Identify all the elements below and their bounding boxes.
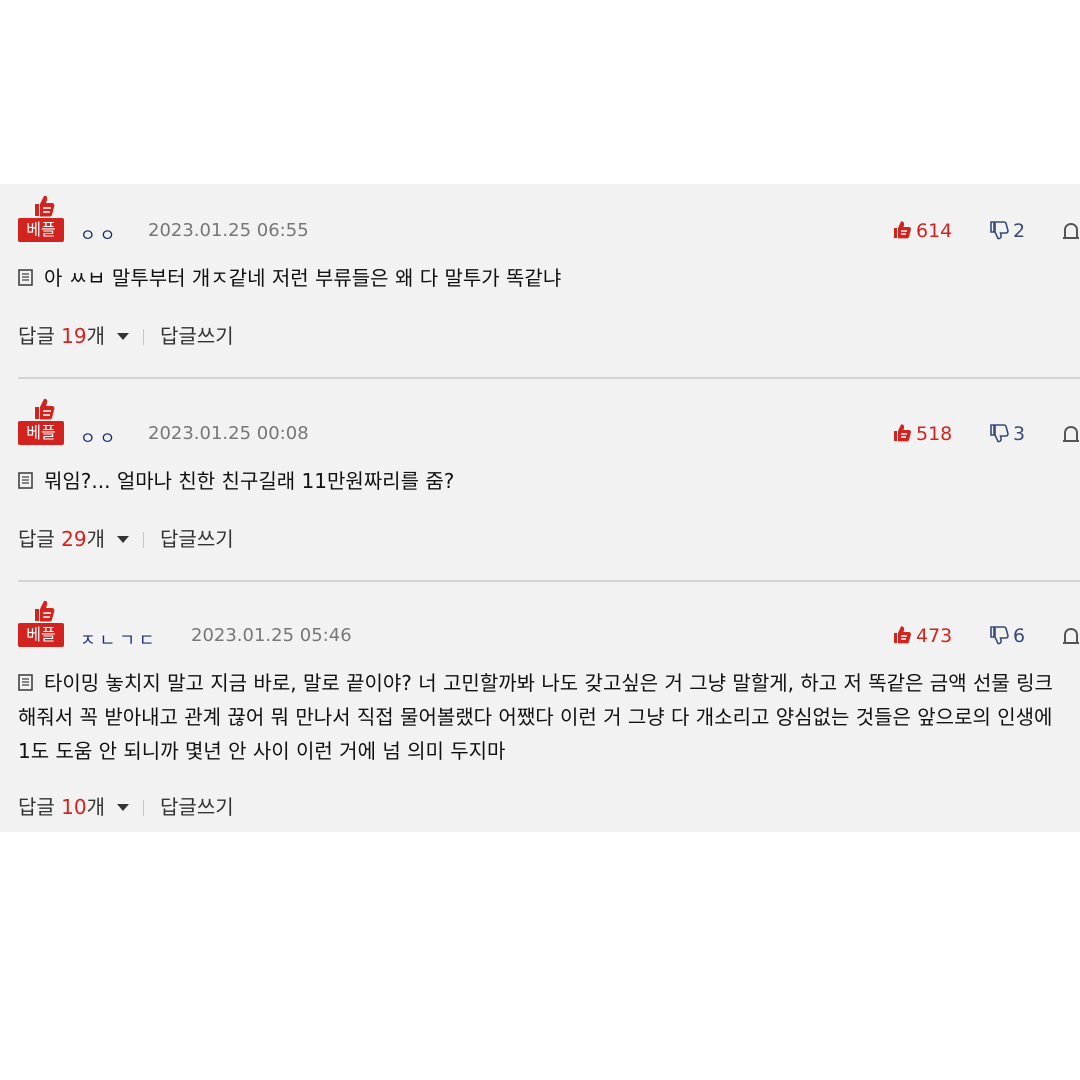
thumbs-down-icon xyxy=(990,424,1009,443)
reply-count-suffix: 개 xyxy=(86,527,106,551)
comment-nickname[interactable]: ㅇㅇ xyxy=(80,424,119,449)
reply-toggle[interactable]: 답글 19개 xyxy=(18,324,130,348)
comment-text: 뭐임?... 얼마나 친한 친구길래 11만원짜리를 줌? xyxy=(44,469,455,493)
reply-row: 답글 29개 답글쓰기 xyxy=(18,523,234,552)
reply-toggle[interactable]: 답글 29개 xyxy=(18,527,130,551)
like-count: 518 xyxy=(916,423,953,445)
separator xyxy=(143,329,145,345)
write-reply-link[interactable]: 답글쓰기 xyxy=(160,527,234,551)
comment-date: 2023.01.25 00:08 xyxy=(148,423,309,444)
best-thumbs-up-icon xyxy=(30,397,56,421)
dislike-count: 3 xyxy=(1013,423,1026,445)
comment-item: 베플 ㅈㄴㄱㄷ 2023.01.25 05:46 473 6 타이밍 놓치지 말… xyxy=(0,589,1080,832)
comment-text: 타이밍 놓치지 말고 지금 바로, 말로 끝이야? 너 고민할까봐 나도 갖고싶… xyxy=(18,671,1053,763)
thumbs-up-icon xyxy=(894,221,911,239)
dislike-count: 6 xyxy=(1013,625,1026,647)
thumbs-down-icon xyxy=(990,221,1009,240)
best-badge: 베플 xyxy=(18,218,64,242)
reply-count-suffix: 개 xyxy=(86,324,106,348)
comment-date: 2023.01.25 06:55 xyxy=(148,220,309,241)
caret-down-icon xyxy=(117,333,130,340)
report-icon[interactable] xyxy=(1062,222,1080,240)
like-button[interactable]: 518 xyxy=(892,423,952,445)
comment-date: 2023.01.25 05:46 xyxy=(191,625,352,646)
caret-down-icon xyxy=(117,804,130,811)
reply-label: 답글 xyxy=(18,795,55,819)
reply-count: 19 xyxy=(61,324,87,348)
reply-count-suffix: 개 xyxy=(86,795,106,819)
reply-row: 답글 10개 답글쓰기 xyxy=(18,791,234,820)
dislike-button[interactable]: 3 xyxy=(989,423,1025,445)
like-button[interactable]: 614 xyxy=(892,220,952,242)
like-count: 473 xyxy=(916,625,953,647)
reply-label: 답글 xyxy=(18,324,55,348)
comment-body: 타이밍 놓치지 말고 지금 바로, 말로 끝이야? 너 고민할까봐 나도 갖고싶… xyxy=(18,666,1068,768)
dislike-button[interactable]: 2 xyxy=(989,220,1025,242)
thumbs-down-icon xyxy=(990,626,1009,645)
best-badge: 베플 xyxy=(18,623,64,647)
comment-item: 베플 ㅇㅇ 2023.01.25 06:55 614 2 아 ㅆㅂ 말투부터 개… xyxy=(0,184,1080,380)
like-count: 614 xyxy=(916,220,953,242)
reply-label: 답글 xyxy=(18,527,55,551)
separator xyxy=(143,800,145,816)
caret-down-icon xyxy=(117,536,130,543)
report-icon[interactable] xyxy=(1062,627,1080,645)
memo-icon xyxy=(18,674,34,692)
reply-toggle[interactable]: 답글 10개 xyxy=(18,795,130,819)
comment-text: 아 ㅆㅂ 말투부터 개ㅈ같네 저런 부류들은 왜 다 말투가 똑같냐 xyxy=(44,266,562,290)
reply-count: 10 xyxy=(61,795,87,819)
thumbs-up-icon xyxy=(894,626,911,644)
reply-row: 답글 19개 답글쓰기 xyxy=(18,320,234,349)
comment-list: 베플 ㅇㅇ 2023.01.25 06:55 614 2 아 ㅆㅂ 말투부터 개… xyxy=(0,184,1080,832)
write-reply-link[interactable]: 답글쓰기 xyxy=(160,324,234,348)
separator xyxy=(143,532,145,548)
memo-icon xyxy=(18,269,34,287)
reply-count: 29 xyxy=(61,527,87,551)
comment-body: 뭐임?... 얼마나 친한 친구길래 11만원짜리를 줌? xyxy=(18,464,1068,498)
comment-nickname[interactable]: ㅇㅇ xyxy=(80,221,119,246)
report-icon[interactable] xyxy=(1062,425,1080,443)
comment-nickname[interactable]: ㅈㄴㄱㄷ xyxy=(80,626,159,651)
like-button[interactable]: 473 xyxy=(892,625,952,647)
dislike-count: 2 xyxy=(1013,220,1026,242)
comment-item: 베플 ㅇㅇ 2023.01.25 00:08 518 3 뭐임?... 얼마나 … xyxy=(0,387,1080,583)
thumbs-up-icon xyxy=(894,424,911,442)
best-thumbs-up-icon xyxy=(30,599,56,623)
comment-body: 아 ㅆㅂ 말투부터 개ㅈ같네 저런 부류들은 왜 다 말투가 똑같냐 xyxy=(18,261,1068,295)
memo-icon xyxy=(18,472,34,490)
best-thumbs-up-icon xyxy=(30,194,56,218)
write-reply-link[interactable]: 답글쓰기 xyxy=(160,795,234,819)
dislike-button[interactable]: 6 xyxy=(989,625,1025,647)
best-badge: 베플 xyxy=(18,421,64,445)
divider xyxy=(18,377,1080,379)
divider xyxy=(18,580,1080,582)
